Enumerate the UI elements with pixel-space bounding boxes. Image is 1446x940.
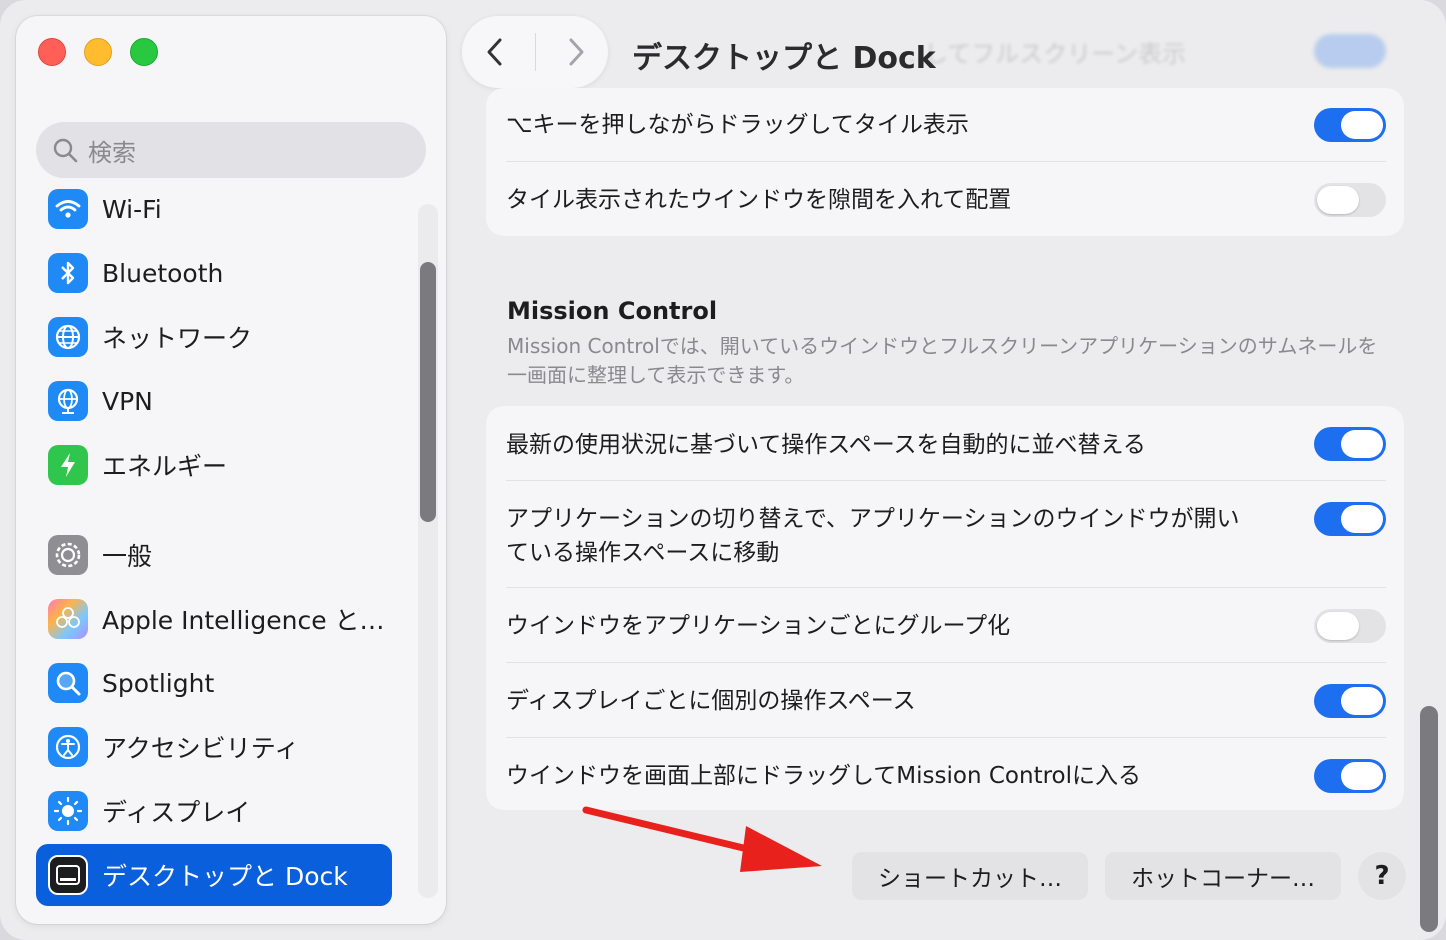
forward-button[interactable] xyxy=(551,27,601,77)
sidebar-item-wifi[interactable]: Wi-Fi xyxy=(36,178,392,240)
group-windows-toggle[interactable] xyxy=(1314,609,1386,643)
back-button[interactable] xyxy=(470,27,520,77)
sidebar-item-apple-intelligence[interactable]: Apple Intelligence と… xyxy=(36,588,392,650)
nav-divider xyxy=(534,33,536,71)
setting-row: ⌥キーを押しながらドラッグしてタイル表示 xyxy=(506,108,1386,142)
chevron-right-icon xyxy=(569,38,583,66)
content-scrollbar-thumb[interactable] xyxy=(1420,706,1438,932)
separate-spaces-toggle[interactable] xyxy=(1314,684,1386,718)
sidebar-item-label: デスクトップと Dock xyxy=(102,862,348,891)
sun-icon xyxy=(48,791,88,831)
setting-row: ウインドウを画面上部にドラッグしてMission Controlに入る xyxy=(506,759,1386,793)
sidebar-item-label: Wi-Fi xyxy=(102,194,162,224)
sidebar-item-spotlight[interactable]: Spotlight xyxy=(36,652,392,714)
vpn-globe-icon xyxy=(48,381,88,421)
setting-row: ウインドウをアプリケーションごとにグループ化 xyxy=(506,609,1386,643)
row-divider xyxy=(506,587,1386,588)
wifi-icon xyxy=(48,189,88,229)
help-button[interactable]: ? xyxy=(1358,852,1406,900)
sidebar-item-bluetooth[interactable]: Bluetooth xyxy=(36,242,392,304)
chevron-left-icon xyxy=(487,38,501,66)
setting-label: ディスプレイごとに個別の操作スペース xyxy=(506,688,916,714)
minimize-window-button[interactable] xyxy=(84,38,112,66)
tile-drag-option-toggle[interactable] xyxy=(1314,108,1386,142)
sidebar: 検索 Wi-Fi Bluetooth ネットワーク VPN エネルギー 一般 A… xyxy=(16,16,446,924)
sidebar-item-label: 一般 xyxy=(102,542,153,571)
mission-control-card: 最新の使用状況に基づいて操作スペースを自動的に並べ替える アプリケーションの切り… xyxy=(486,406,1404,810)
section-title: Mission Control xyxy=(507,297,718,325)
sidebar-item-vpn[interactable]: VPN xyxy=(36,370,392,432)
sidebar-item-label: ディスプレイ xyxy=(102,798,251,827)
sidebar-item-energy[interactable]: エネルギー xyxy=(36,434,392,496)
dock-icon xyxy=(48,855,88,895)
setting-label: ウインドウを画面上部にドラッグしてMission Controlに入る xyxy=(506,763,1141,789)
sidebar-item-label: VPN xyxy=(102,386,153,416)
drag-to-mission-control-toggle[interactable] xyxy=(1314,759,1386,793)
sidebar-item-displays[interactable]: ディスプレイ xyxy=(36,780,392,842)
settings-window: 検索 Wi-Fi Bluetooth ネットワーク VPN エネルギー 一般 A… xyxy=(0,0,1446,940)
globe-icon xyxy=(48,317,88,357)
sidebar-item-accessibility[interactable]: アクセシビリティ xyxy=(36,716,392,778)
sidebar-scrollbar-thumb[interactable] xyxy=(420,262,436,522)
setting-label: アプリケーションの切り替えで、アプリケーションのウインドウが開いている操作スペー… xyxy=(506,506,1240,566)
bluetooth-icon xyxy=(48,253,88,293)
shortcuts-button[interactable]: ショートカット… xyxy=(852,852,1088,900)
sidebar-item-network[interactable]: ネットワーク xyxy=(36,306,392,368)
sidebar-item-general[interactable]: 一般 xyxy=(36,524,392,586)
switch-to-space-toggle[interactable] xyxy=(1314,502,1386,536)
setting-row: アプリケーションの切り替えで、アプリケーションのウインドウが開いている操作スペー… xyxy=(506,502,1246,570)
tile-margins-toggle[interactable] xyxy=(1314,183,1386,217)
gear-icon xyxy=(48,535,88,575)
hot-corners-button[interactable]: ホットコーナー… xyxy=(1105,852,1341,900)
search-icon xyxy=(53,138,78,163)
setting-label: ウインドウをアプリケーションごとにグループ化 xyxy=(506,613,1011,639)
annotation-arrow-icon xyxy=(582,806,822,872)
setting-label: ⌥キーを押しながらドラッグしてタイル表示 xyxy=(506,112,969,138)
sidebar-item-desktop-dock[interactable]: デスクトップと Dock xyxy=(36,844,392,906)
tiling-settings-card: ⌥キーを押しながらドラッグしてタイル表示 タイル表示されたウインドウを隙間を入れ… xyxy=(486,88,1404,236)
scrolled-under-toggle xyxy=(1314,34,1386,68)
row-divider xyxy=(506,161,1386,162)
page-title: デスクトップと Dock xyxy=(632,41,936,76)
setting-row: ディスプレイごとに個別の操作スペース xyxy=(506,684,1386,718)
sidebar-item-label: エネルギー xyxy=(102,452,228,481)
section-description: Mission Controlでは、開いているウインドウとフルスクリーンアプリケ… xyxy=(507,334,1378,387)
scrolled-under-text: …してフルスクリーン表示 xyxy=(900,40,1187,68)
auto-rearrange-spaces-toggle[interactable] xyxy=(1314,427,1386,461)
row-divider xyxy=(506,480,1386,481)
sidebar-item-label: アクセシビリティ xyxy=(102,734,300,763)
close-window-button[interactable] xyxy=(38,38,66,66)
history-nav-group xyxy=(462,16,608,88)
search-input[interactable]: 検索 xyxy=(36,122,426,178)
sidebar-item-label: Apple Intelligence と… xyxy=(102,606,385,635)
accessibility-icon xyxy=(48,727,88,767)
bolt-icon xyxy=(48,445,88,485)
apple-intelligence-icon xyxy=(48,599,88,639)
setting-label: 最新の使用状況に基づいて操作スペースを自動的に並べ替える xyxy=(506,432,1146,458)
setting-label: タイル表示されたウインドウを隙間を入れて配置 xyxy=(506,187,1012,213)
zoom-window-button[interactable] xyxy=(130,38,158,66)
setting-row: 最新の使用状況に基づいて操作スペースを自動的に並べ替える xyxy=(506,428,1386,462)
row-divider xyxy=(506,662,1386,663)
row-divider xyxy=(506,737,1386,738)
sidebar-item-label: ネットワーク xyxy=(102,324,253,353)
search-placeholder: 検索 xyxy=(88,138,136,167)
setting-row: タイル表示されたウインドウを隙間を入れて配置 xyxy=(506,183,1386,217)
magnifier-icon xyxy=(48,663,88,703)
sidebar-item-label: Bluetooth xyxy=(102,258,224,288)
sidebar-item-label: Spotlight xyxy=(102,668,215,698)
